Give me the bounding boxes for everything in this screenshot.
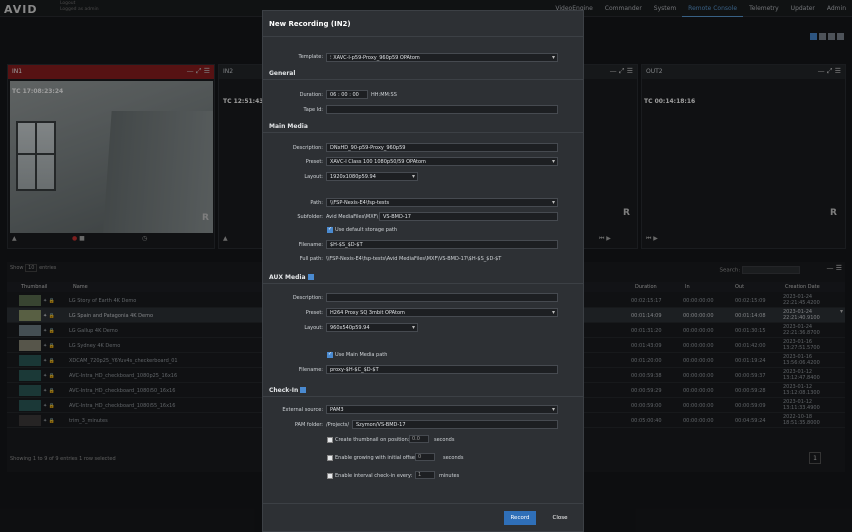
interval-label: Enable interval check-in every: (335, 473, 413, 479)
preset-select[interactable]: XAVC-I Class 100 1080p50/59 OPAtom (326, 157, 558, 166)
duration-minutes: 00 (341, 92, 348, 98)
layout-select[interactable]: 1920x1080p59.94 (326, 172, 418, 181)
subfolder-input[interactable]: VS-BMD-17 (379, 212, 558, 221)
app-root: AVID Logout Logged as admin VideoEngine C… (0, 0, 852, 532)
section-checkin: Check-In (269, 386, 307, 394)
path-label: Path: (310, 200, 323, 206)
interval-minutes: minutes (439, 473, 460, 479)
duration-label: Duration: (299, 92, 323, 98)
thumbnail-position-input[interactable]: 0.0 (409, 435, 429, 443)
section-aux-media: AUX Media (269, 273, 314, 281)
subfolder-prefix: Avid MediaFiles\MXF\ (326, 214, 379, 220)
default-storage-label: Use default storage path (335, 227, 398, 233)
tapeid-label: Tape Id: (303, 107, 323, 113)
tapeid-input[interactable] (326, 105, 558, 114)
aux-filename-label: Filename: (298, 367, 323, 373)
duration-hours: 06 (330, 92, 337, 98)
checkin-checkbox[interactable] (300, 386, 307, 393)
section-main-media: Main Media (269, 123, 308, 130)
thumbnail-seconds: seconds (434, 437, 455, 443)
aux-preset-select[interactable]: H264 Proxy SQ 3mbit OPAtom (326, 308, 558, 317)
aux-media-label: AUX Media (269, 274, 306, 281)
use-main-path-checkbox[interactable] (327, 351, 333, 358)
divider (263, 503, 583, 504)
aux-description-label: Description: (292, 295, 323, 301)
duration-input[interactable]: 06 : 00 : 00 (326, 90, 368, 99)
section-general: General (269, 70, 296, 77)
divider (263, 79, 583, 80)
aux-description-input[interactable] (326, 293, 558, 302)
preset-label: Preset: (305, 159, 323, 165)
filename-input[interactable]: $H-$S_$D-$T (326, 240, 558, 249)
fullpath-value: \\FSP-Nexis-E4\fsp-tests\Avid MediaFiles… (326, 256, 502, 262)
thumbnail-checkbox[interactable] (327, 437, 333, 443)
external-source-label: External source: (282, 407, 323, 413)
pam-folder-prefix: /Projects/ (326, 422, 350, 428)
template-label: Template: (298, 54, 324, 60)
growing-seconds: seconds (443, 455, 464, 461)
new-recording-dialog: New Recording (IN2) Template: ⁝ XAVC-I-p… (262, 10, 584, 532)
record-button[interactable]: Record (504, 511, 536, 525)
aux-media-checkbox[interactable] (307, 273, 314, 280)
duration-format: HH:MM:SS (371, 92, 397, 98)
aux-preset-label: Preset: (305, 310, 323, 316)
aux-filename-input[interactable]: proxy-$H-$C_$D-$T (326, 365, 558, 374)
aux-layout-select[interactable]: 960x540p59.94 (326, 323, 418, 332)
aux-preset-value: H264 Proxy SQ 3mbit OPAtom (330, 310, 405, 316)
growing-offset-input[interactable]: 0 (415, 453, 435, 461)
external-source-value: PAM3 (330, 407, 344, 413)
thumbnail-label: Create thumbnail on position: (335, 437, 410, 443)
interval-checkbox[interactable] (327, 473, 333, 479)
checkin-label: Check-In (269, 387, 299, 394)
external-source-select[interactable]: PAM3 (326, 405, 558, 414)
default-storage-checkbox[interactable] (327, 226, 333, 233)
divider (263, 132, 583, 133)
aux-layout-value: 960x540p59.94 (330, 325, 370, 331)
subfolder-label: Subfolder: (297, 214, 323, 220)
growing-checkbox[interactable] (327, 455, 333, 461)
pam-folder-input[interactable]: Szymon/VS-BMD-17 (352, 420, 558, 429)
path-select[interactable]: \\FSP-Nexis-E4\fsp-tests (326, 198, 558, 207)
description-input[interactable]: DNxHD_90-p59-Proxy_960p59 (326, 143, 558, 152)
preset-value: XAVC-I Class 100 1080p50/59 OPAtom (330, 159, 426, 165)
path-value: \\FSP-Nexis-E4\fsp-tests (330, 200, 390, 206)
pam-folder-label: PAM folder: (294, 422, 323, 428)
aux-layout-label: Layout: (304, 325, 323, 331)
fullpath-label: Full path: (299, 256, 323, 262)
filename-label: Filename: (298, 242, 323, 248)
divider (263, 283, 583, 284)
duration-seconds: 00 (352, 92, 359, 98)
growing-label: Enable growing with initial offset: (335, 455, 419, 461)
use-main-path-label: Use Main Media path (335, 352, 388, 358)
interval-input[interactable]: 1 (415, 471, 435, 479)
template-select[interactable]: ⁝ XAVC-I-p59-Proxy_960p59 OPAtom (326, 53, 558, 62)
description-label: Description: (292, 145, 323, 151)
close-button[interactable]: Close (545, 511, 575, 525)
divider (263, 396, 583, 397)
dialog-title: New Recording (IN2) (263, 11, 583, 37)
layout-label: Layout: (304, 174, 323, 180)
template-value: XAVC-I-p59-Proxy_960p59 OPAtom (333, 55, 420, 61)
layout-value: 1920x1080p59.94 (330, 174, 376, 180)
